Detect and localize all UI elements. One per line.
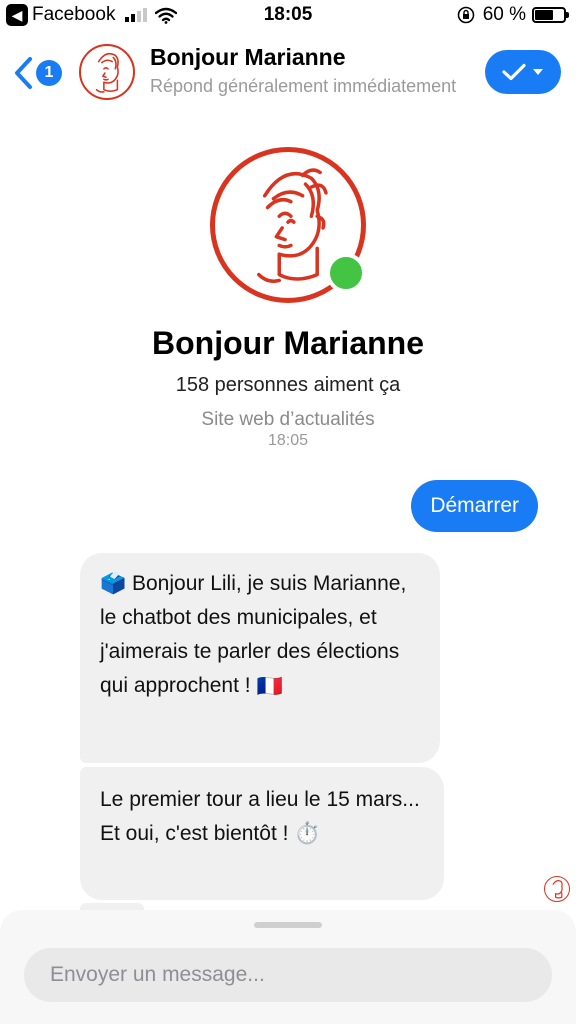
- rotation-lock-icon: [457, 6, 474, 24]
- back-to-app-label: Facebook: [32, 4, 116, 25]
- message-composer: [0, 910, 576, 1024]
- back-to-app-icon: ◀: [6, 4, 28, 26]
- battery-icon: [532, 7, 569, 23]
- profile-name: Bonjour Marianne: [151, 325, 424, 361]
- header-subtitle: Répond généralement immédiatement: [150, 76, 457, 96]
- incoming-message-bubble[interactable]: Le premier tour a lieu le 15 mars... Et …: [80, 767, 444, 900]
- battery-fill: [535, 10, 553, 20]
- french-flag-emoji: 🇫🇷: [256, 674, 283, 698]
- status-right-group: 60 %: [457, 4, 569, 26]
- chevron-left-icon: [15, 57, 32, 89]
- online-status-indicator: [326, 253, 366, 293]
- read-receipt-avatar: [544, 876, 570, 902]
- message-timestamp: 18:05: [267, 432, 309, 449]
- message-text: Bonjour Lili, je suis Marianne, le chatb…: [100, 572, 407, 698]
- checkmark-icon: [502, 63, 526, 81]
- profile-category: Site web d’actualités: [201, 409, 375, 430]
- wifi-icon: [155, 7, 178, 24]
- conversation-header: 1 Bonjour Marianne Répond généralement i…: [0, 34, 576, 114]
- battery-percentage: 60 %: [482, 4, 526, 25]
- header-avatar[interactable]: [79, 44, 135, 100]
- messenger-screen: ◀ Facebook 18:05 60 % 1 Bonjour Marianne…: [0, 0, 576, 1024]
- message-text: Le premier tour a lieu le 15 mars... Et …: [100, 788, 420, 845]
- verified-menu-button[interactable]: [485, 50, 561, 94]
- status-bar: ◀ Facebook 18:05 60 %: [0, 0, 576, 34]
- profile-card: Bonjour Marianne 158 personnes aiment ça…: [0, 114, 576, 431]
- incoming-message-bubble[interactable]: 🗳️ Bonjour Lili, je suis Marianne, le ch…: [80, 553, 440, 763]
- caret-down-icon: [533, 69, 543, 75]
- back-button[interactable]: 1: [12, 56, 62, 90]
- outgoing-message-bubble[interactable]: Démarrer: [411, 480, 538, 532]
- stopwatch-emoji: ⏱️: [294, 822, 321, 846]
- marianne-logo-icon: [552, 880, 563, 899]
- ballot-box-emoji: 🗳️: [100, 572, 127, 596]
- cellular-signal-icon: [125, 8, 149, 22]
- profile-avatar-wrap[interactable]: [210, 147, 366, 303]
- marianne-logo-icon: [95, 53, 119, 93]
- back-to-app-link[interactable]: ◀ Facebook: [6, 4, 178, 26]
- drag-handle[interactable]: [254, 922, 322, 928]
- header-title[interactable]: Bonjour Marianne: [150, 44, 346, 71]
- profile-likes: 158 personnes aiment ça: [175, 374, 401, 396]
- unread-badge: 1: [36, 60, 62, 86]
- message-input[interactable]: [24, 948, 552, 1002]
